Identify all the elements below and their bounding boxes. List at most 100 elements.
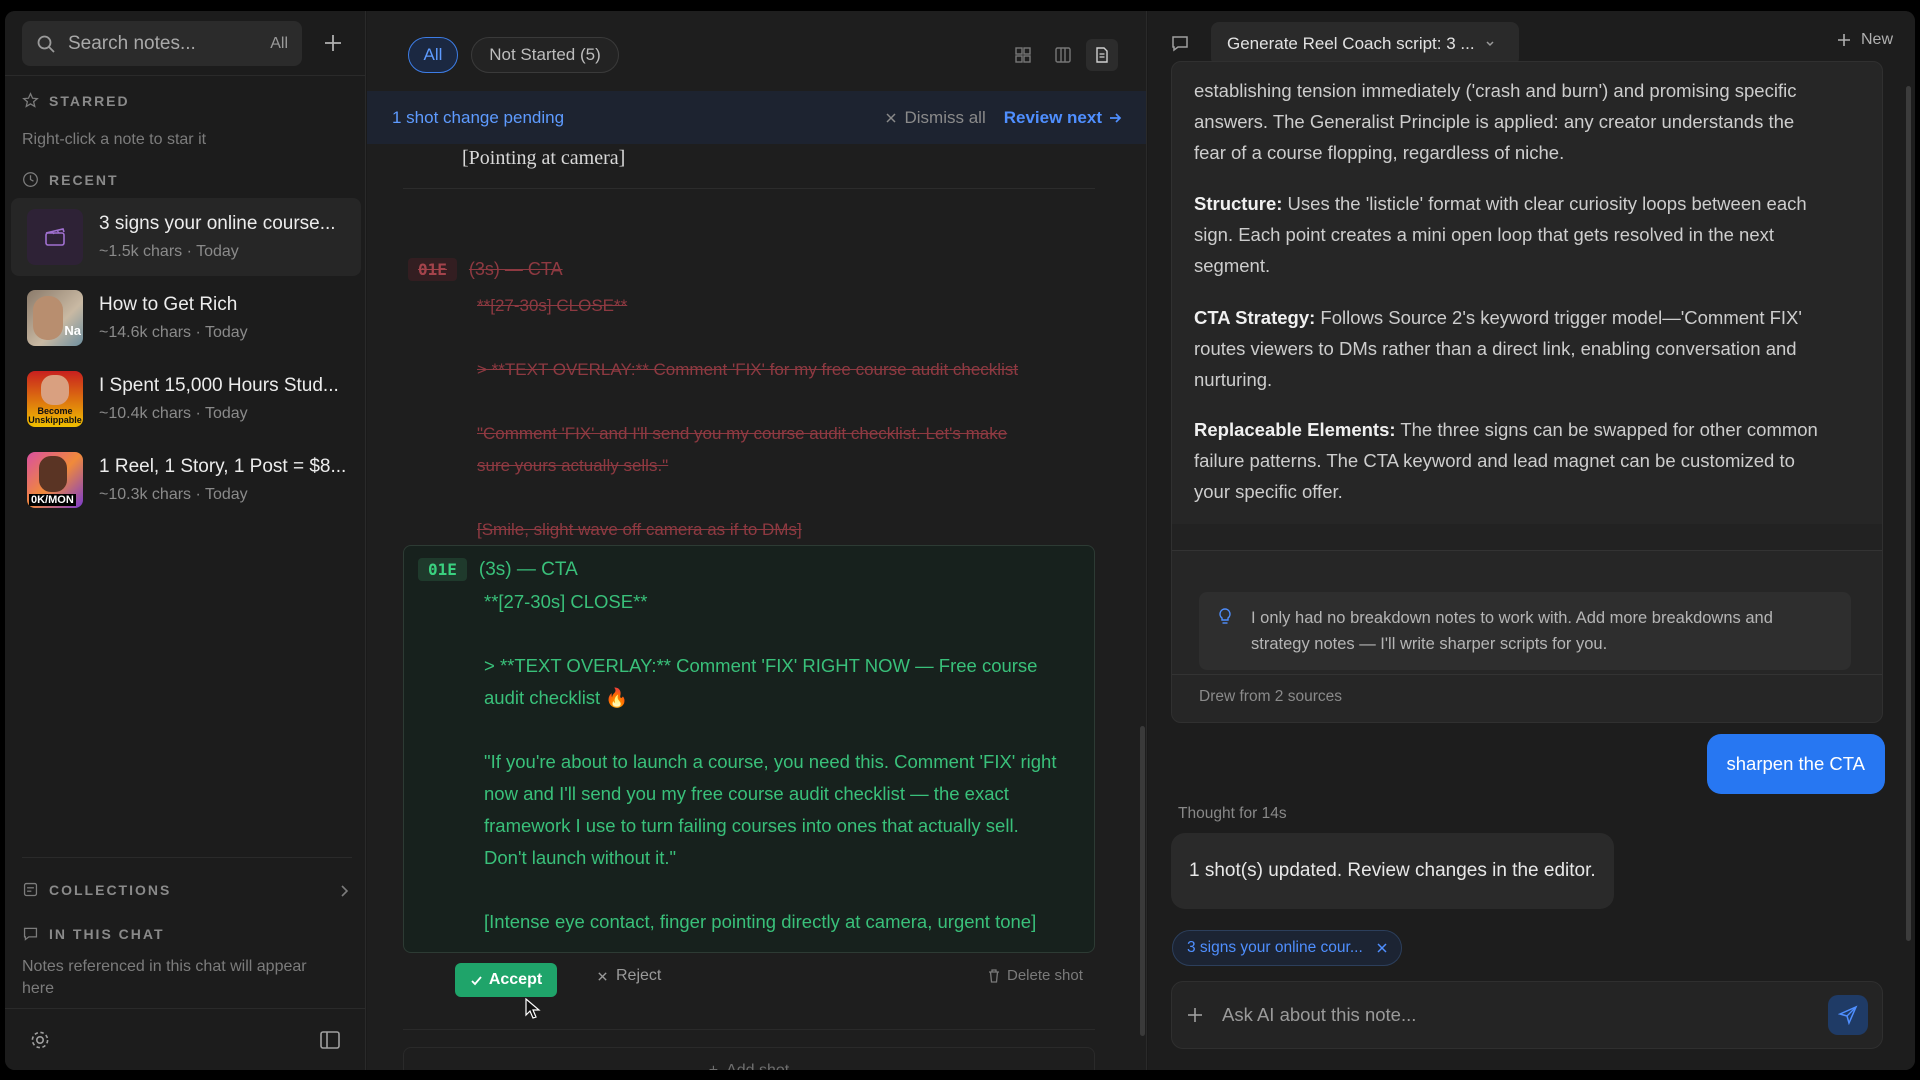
columns-view-icon[interactable] bbox=[1047, 39, 1079, 71]
plus-icon bbox=[1837, 34, 1850, 46]
old-overlay-line: > **TEXT OVERLAY:** Comment 'FIX' for my… bbox=[477, 360, 1019, 379]
new-chat-button[interactable]: New bbox=[1837, 31, 1893, 49]
divider bbox=[403, 188, 1095, 189]
conversation-select[interactable]: Generate Reel Coach script: 3 ... bbox=[1211, 22, 1519, 66]
editor-scrollbar[interactable] bbox=[1140, 726, 1145, 1036]
sources-footer[interactable]: Drew from 2 sources bbox=[1199, 688, 1342, 706]
note-meta: ~10.4k chars · Today bbox=[99, 405, 248, 422]
rationale-text: establishing tension immediately ('crash… bbox=[1194, 80, 1797, 163]
filter-all-pill[interactable]: All bbox=[408, 37, 458, 73]
chat-history-icon[interactable] bbox=[1170, 33, 1190, 53]
pending-changes-banner: 1 shot change pending Dismiss all Review… bbox=[367, 91, 1146, 144]
note-item[interactable]: Become Unskippable I Spent 15,000 Hours … bbox=[11, 360, 361, 438]
star-icon bbox=[22, 92, 39, 108]
new-note-button[interactable] bbox=[317, 27, 349, 59]
search-input[interactable]: Search notes... All bbox=[22, 21, 302, 66]
old-quote-line: "Comment 'FIX' and I'll send you my cour… bbox=[477, 424, 1008, 443]
accept-button[interactable]: Accept bbox=[455, 963, 557, 997]
search-scope-select[interactable]: All bbox=[270, 35, 288, 53]
check-icon bbox=[471, 975, 482, 985]
new-shot-header: 01E (3s) — CTA bbox=[418, 558, 578, 581]
trash-icon bbox=[989, 969, 999, 983]
new-quote-line: Don't launch without it." bbox=[484, 847, 677, 868]
recent-section-header: RECENT bbox=[22, 171, 119, 188]
divider bbox=[5, 75, 366, 76]
card-spacer bbox=[1172, 524, 1882, 550]
cta-strategy-text: CTA Strategy: Follows Source 2's keyword… bbox=[1194, 307, 1802, 390]
pending-count-text: 1 shot change pending bbox=[392, 107, 565, 127]
search-placeholder: Search notes... bbox=[68, 32, 196, 54]
collections-icon bbox=[23, 882, 38, 897]
plus-icon bbox=[325, 35, 341, 51]
starred-hint: Right-click a note to star it bbox=[22, 131, 207, 148]
reject-button[interactable]: Reject bbox=[597, 967, 661, 985]
old-direction-line: [Smile, slight wave off camera as if to … bbox=[477, 520, 802, 539]
context-note-chip[interactable]: 3 signs your online cour... bbox=[1172, 930, 1402, 966]
note-title: How to Get Rich bbox=[99, 294, 238, 315]
note-item[interactable]: Na How to Get Rich ~14.6k chars · Today bbox=[11, 279, 361, 357]
close-icon bbox=[885, 112, 896, 123]
note-title: I Spent 15,000 Hours Stud... bbox=[99, 375, 339, 396]
divider bbox=[403, 1029, 1095, 1030]
new-overlay-line: audit checklist 🔥 bbox=[484, 687, 629, 708]
attach-plus-icon[interactable] bbox=[1186, 1006, 1204, 1024]
script-rationale-card: establishing tension immediately ('crash… bbox=[1171, 61, 1883, 723]
old-quote-line: sure yours actually sells." bbox=[477, 456, 669, 475]
new-close-line: **[27-30s] CLOSE** bbox=[484, 591, 648, 612]
note-title: 3 signs your online course... bbox=[99, 213, 336, 234]
search-icon bbox=[37, 35, 55, 53]
lightbulb-icon bbox=[1219, 608, 1231, 624]
note-item[interactable]: 3 signs your online course... ~1.5k char… bbox=[11, 198, 361, 276]
new-quote-line: framework I use to turn failing courses … bbox=[484, 815, 1019, 836]
proposed-shot-card[interactable]: 01E (3s) — CTA **[27-30s] CLOSE** > **TE… bbox=[403, 545, 1095, 953]
replaceable-elements-text: Replaceable Elements: The three signs ca… bbox=[1194, 419, 1818, 502]
new-direction-line: [Intense eye contact, finger pointing di… bbox=[484, 911, 1037, 932]
thought-duration[interactable]: Thought for 14s bbox=[1178, 805, 1287, 823]
in-this-chat-hint: Notes referenced in this chat will appea… bbox=[22, 958, 307, 997]
add-shot-button[interactable]: + Add shot bbox=[403, 1047, 1095, 1070]
collections-section-header[interactable]: COLLECTIONS bbox=[22, 881, 171, 898]
note-meta: ~1.5k chars · Today bbox=[99, 243, 239, 260]
document-view-icon[interactable] bbox=[1086, 39, 1118, 71]
old-shot-header: 01E (3s) — CTA bbox=[408, 258, 563, 281]
chat-input[interactable]: Ask AI about this note... bbox=[1222, 1004, 1416, 1026]
divider bbox=[22, 857, 352, 858]
mouse-cursor-icon bbox=[525, 998, 541, 1019]
note-meta: ~10.3k chars · Today bbox=[99, 486, 248, 503]
chat-composer: Ask AI about this note... bbox=[1171, 981, 1883, 1049]
review-next-button[interactable]: Review next bbox=[1004, 108, 1122, 128]
new-quote-line: now and I'll send you my free course aud… bbox=[484, 783, 1009, 804]
send-button[interactable] bbox=[1828, 995, 1868, 1035]
plus-icon: + bbox=[709, 1062, 718, 1070]
note-thumbnail: 0K/MON bbox=[27, 452, 83, 508]
note-title: 1 Reel, 1 Story, 1 Post = $8... bbox=[99, 456, 347, 477]
dismiss-all-button[interactable]: Dismiss all bbox=[885, 108, 986, 128]
new-quote-line: "If you're about to launch a course, you… bbox=[484, 751, 1057, 772]
chevron-down-icon bbox=[1486, 41, 1494, 47]
user-message-bubble: sharpen the CTA bbox=[1706, 734, 1885, 794]
arrow-right-icon bbox=[1110, 112, 1122, 123]
remove-chip-icon[interactable] bbox=[1377, 943, 1387, 953]
grid-view-icon[interactable] bbox=[1007, 39, 1039, 71]
previous-shot-line: [Pointing at camera] bbox=[462, 147, 626, 169]
filter-not-started-pill[interactable]: Not Started (5) bbox=[471, 37, 619, 73]
chevron-right-icon[interactable] bbox=[339, 884, 351, 898]
gear-icon[interactable] bbox=[29, 1029, 51, 1051]
in-this-chat-section-header: IN THIS CHAT bbox=[22, 925, 165, 942]
delete-shot-button[interactable]: Delete shot bbox=[987, 967, 1083, 984]
shot-id-badge: 01E bbox=[408, 258, 457, 281]
ai-chat-panel: Generate Reel Coach script: 3 ... New es… bbox=[1148, 11, 1915, 1070]
note-item[interactable]: 0K/MON 1 Reel, 1 Story, 1 Post = $8... ~… bbox=[11, 441, 361, 519]
close-icon bbox=[598, 971, 607, 981]
chat-bubble-icon bbox=[23, 927, 38, 941]
clapperboard-icon bbox=[27, 209, 83, 265]
shot-editor: All Not Started (5) [Pointing at camera]… bbox=[367, 11, 1147, 1070]
assistant-message-bubble: 1 shot(s) updated. Review changes in the… bbox=[1171, 833, 1614, 909]
divider bbox=[1172, 550, 1882, 551]
chat-scrollbar[interactable] bbox=[1906, 86, 1911, 941]
note-thumbnail: Na bbox=[27, 290, 83, 346]
shot-id-badge: 01E bbox=[418, 558, 467, 581]
structure-text: Structure: Uses the 'listicle' format wi… bbox=[1194, 193, 1807, 276]
collapse-sidebar-icon[interactable] bbox=[319, 1030, 341, 1050]
old-close-line: **[27-30s] CLOSE** bbox=[477, 296, 628, 315]
